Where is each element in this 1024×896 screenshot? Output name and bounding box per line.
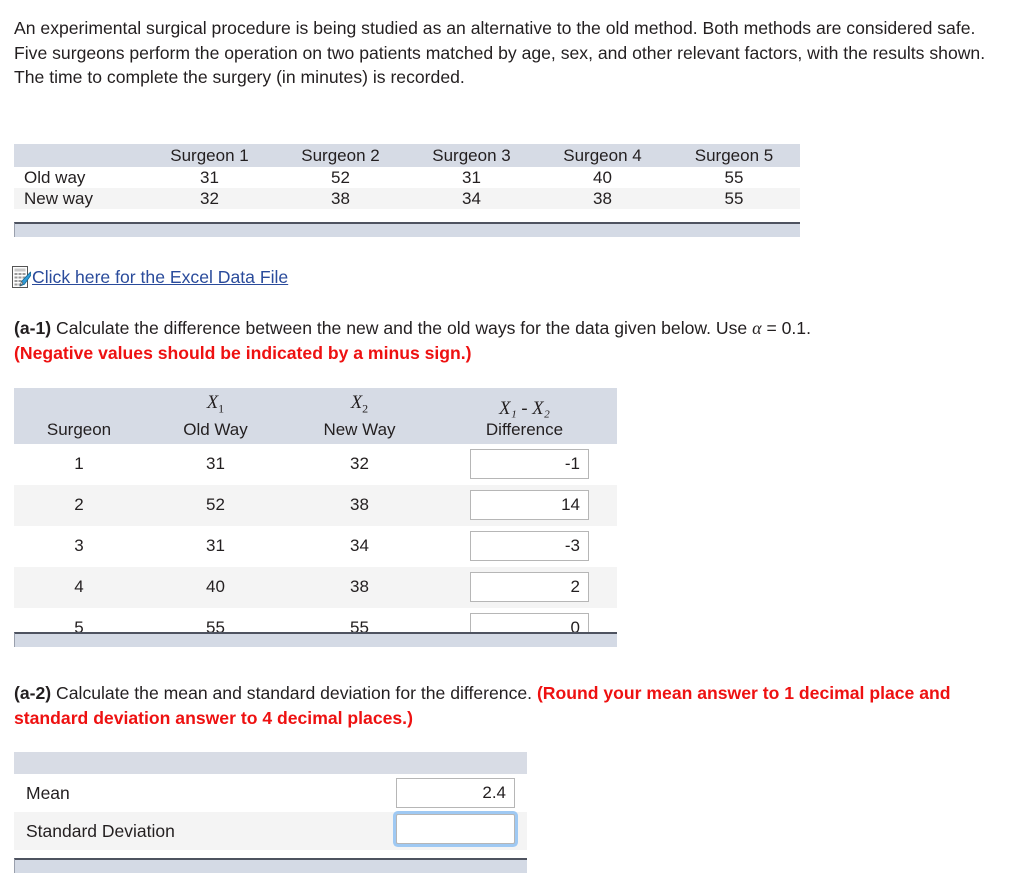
diff-header-difference: X₁ - X₂ Difference xyxy=(432,388,617,444)
raw-header-surgeon-5: Surgeon 5 xyxy=(668,144,800,167)
table-row: New way 32 38 34 38 55 xyxy=(14,188,800,209)
stats-header-label xyxy=(14,752,394,774)
difference-input-2[interactable]: 14 xyxy=(470,490,589,521)
diff-header-old: X1 Old Way xyxy=(144,388,287,444)
raw-header-surgeon-1: Surgeon 1 xyxy=(144,144,275,167)
excel-document-icon xyxy=(12,266,31,288)
difference-table: Surgeon X1 Old Way X2 New Way X₁ - X₂ Di… xyxy=(14,388,617,649)
question-a1-tag: (a-1) xyxy=(14,318,52,338)
raw-row-label-new: New way xyxy=(14,188,144,209)
diff-cell-old-4: 40 xyxy=(144,566,287,608)
diff-header-new-sym: X2 xyxy=(350,393,369,416)
diff-cell-old-3: 31 xyxy=(144,525,287,567)
raw-cell-old-s3: 31 xyxy=(406,167,537,188)
excel-data-file-link[interactable]: Click here for the Excel Data File xyxy=(32,267,288,288)
diff-cell-surgeon-2: 2 xyxy=(14,484,144,526)
stats-value-mean-cell: 2.4 xyxy=(394,774,527,812)
diff-cell-difference-4: 2 xyxy=(432,566,617,608)
raw-header-surgeon-3: Surgeon 3 xyxy=(406,144,537,167)
raw-cell-new-s2: 38 xyxy=(275,188,406,209)
raw-cell-old-s4: 40 xyxy=(537,167,668,188)
raw-cell-new-s3: 34 xyxy=(406,188,537,209)
question-a2-prompt: (a-2) Calculate the mean and standard de… xyxy=(14,681,974,730)
diff-cell-old-2: 52 xyxy=(144,484,287,526)
stats-table-footer-bar xyxy=(14,858,527,873)
diff-header-old-sym: X1 xyxy=(206,393,225,416)
raw-cell-new-s5: 55 xyxy=(668,188,800,209)
diff-cell-surgeon-3: 3 xyxy=(14,525,144,567)
diff-header-difference-sym: X₁ - X₂ xyxy=(499,398,550,419)
difference-table-footer-bar xyxy=(14,632,617,647)
question-a1-note: (Negative values should be indicated by … xyxy=(14,342,472,363)
table-row: Standard Deviation xyxy=(14,812,527,850)
raw-header-surgeon-2: Surgeon 2 xyxy=(275,144,406,167)
raw-cell-new-s4: 38 xyxy=(537,188,668,209)
stats-header-value xyxy=(394,752,527,774)
question-a2-text: Calculate the mean and standard deviatio… xyxy=(51,683,537,703)
raw-table-footer-bar xyxy=(14,222,800,237)
diff-cell-difference-2: 14 xyxy=(432,484,617,526)
diff-cell-difference-1: -1 xyxy=(432,443,617,485)
diff-cell-surgeon-1: 1 xyxy=(14,443,144,485)
stats-label-mean: Mean xyxy=(14,774,394,812)
raw-cell-new-s1: 32 xyxy=(144,188,275,209)
stats-table: Mean 2.4 Standard Deviation xyxy=(14,752,527,850)
raw-table-header-row: Surgeon 1 Surgeon 2 Surgeon 3 Surgeon 4 … xyxy=(14,144,800,167)
diff-cell-difference-3: -3 xyxy=(432,525,617,567)
excel-data-file-link-row[interactable]: Click here for the Excel Data File xyxy=(12,266,288,288)
stats-label-std-dev: Standard Deviation xyxy=(14,812,394,850)
question-a1-prompt: (a-1) Calculate the difference between t… xyxy=(14,316,1004,365)
table-row: Mean 2.4 xyxy=(14,774,527,812)
mean-input[interactable]: 2.4 xyxy=(396,778,515,808)
difference-input-3[interactable]: -3 xyxy=(470,531,589,562)
raw-header-corner xyxy=(14,144,144,167)
diff-header-old-label: Old Way xyxy=(183,419,248,439)
diff-cell-old-1: 31 xyxy=(144,443,287,485)
diff-cell-new-3: 34 xyxy=(287,525,432,567)
table-row: Old way 31 52 31 40 55 xyxy=(14,167,800,188)
diff-header-new-label: New Way xyxy=(323,419,396,439)
diff-cell-new-2: 38 xyxy=(287,484,432,526)
raw-data-table: Surgeon 1 Surgeon 2 Surgeon 3 Surgeon 4 … xyxy=(14,144,800,209)
diff-cell-surgeon-4: 4 xyxy=(14,566,144,608)
raw-cell-old-s2: 52 xyxy=(275,167,406,188)
stats-value-std-dev-cell xyxy=(394,812,527,850)
table-row: 4 40 38 2 xyxy=(14,566,617,608)
question-a1-text-before: Calculate the difference between the new… xyxy=(51,318,753,338)
table-row: 1 31 32 -1 xyxy=(14,443,617,485)
standard-deviation-input[interactable] xyxy=(396,813,515,844)
difference-table-header-row: Surgeon X1 Old Way X2 New Way X₁ - X₂ Di… xyxy=(14,388,617,444)
diff-cell-new-1: 32 xyxy=(287,443,432,485)
diff-header-surgeon-label: Surgeon xyxy=(46,419,112,439)
difference-input-4[interactable]: 2 xyxy=(470,572,589,603)
table-row: 2 52 38 14 xyxy=(14,484,617,526)
raw-cell-old-s5: 55 xyxy=(668,167,800,188)
question-a2-tag: (a-2) xyxy=(14,683,52,703)
difference-input-1[interactable]: -1 xyxy=(470,449,589,480)
table-row: 3 31 34 -3 xyxy=(14,525,617,567)
diff-cell-new-4: 38 xyxy=(287,566,432,608)
diff-header-difference-label: Difference xyxy=(485,419,564,439)
diff-header-new: X2 New Way xyxy=(287,388,432,444)
raw-cell-old-s1: 31 xyxy=(144,167,275,188)
intro-paragraph: An experimental surgical procedure is be… xyxy=(14,18,986,87)
stats-table-header-row xyxy=(14,752,527,774)
question-a1-text-after: = 0.1. xyxy=(761,318,811,338)
raw-header-surgeon-4: Surgeon 4 xyxy=(537,144,668,167)
alpha-symbol: α xyxy=(752,318,762,338)
raw-row-label-old: Old way xyxy=(14,167,144,188)
diff-header-surgeon: Surgeon xyxy=(14,388,144,444)
